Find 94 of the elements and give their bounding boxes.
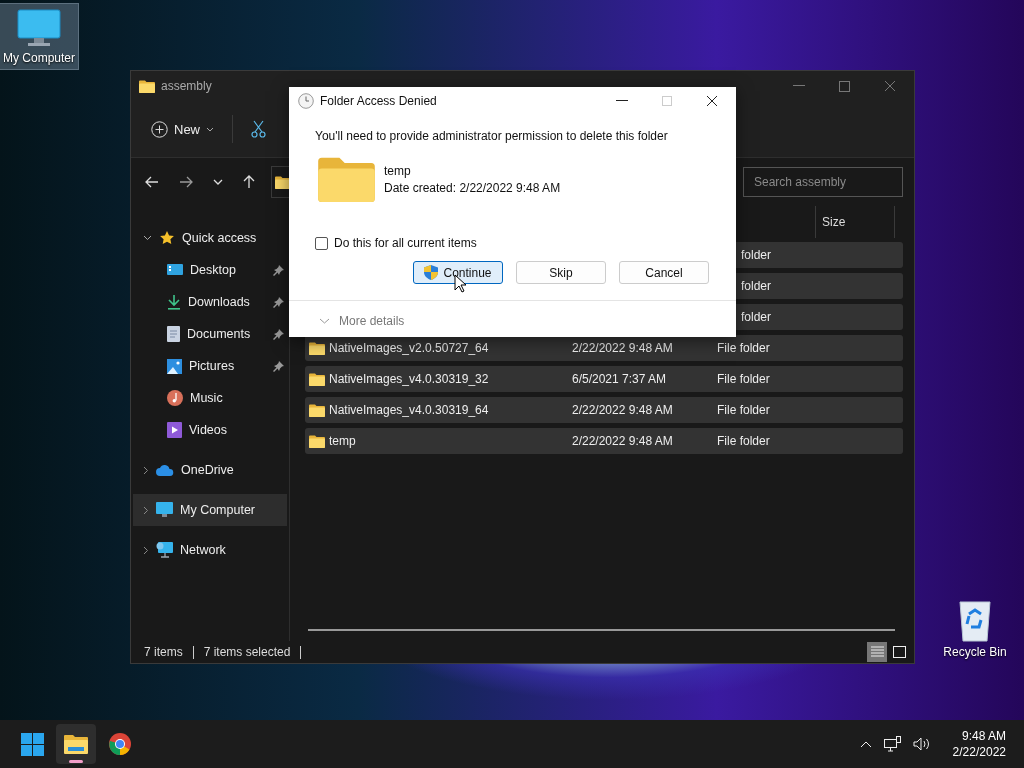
sidebar-item[interactable]: Pictures bbox=[131, 350, 289, 382]
date-cell-text: 2/22/2022 9:48 AM bbox=[572, 403, 674, 417]
folder-icon bbox=[309, 372, 325, 386]
recycle-bin-icon bbox=[957, 598, 993, 642]
file-name: temp bbox=[329, 434, 356, 448]
sidebar-item[interactable]: My Computer bbox=[133, 494, 287, 526]
desktop-shortcut[interactable]: My Computer bbox=[0, 4, 78, 69]
chevron-down-icon[interactable] bbox=[213, 179, 223, 185]
picture-icon bbox=[167, 358, 182, 374]
date-cell-text: 6/5/2021 7:37 AM bbox=[572, 372, 668, 386]
selection-count: 7 items selected bbox=[203, 645, 291, 659]
chevron-right-icon bbox=[143, 505, 149, 515]
cloud-icon bbox=[156, 464, 174, 476]
file-row[interactable]: NativeImages_v4.0.30319_64 2/22/2022 9:48 AM File folder bbox=[305, 397, 903, 423]
square-icon bbox=[892, 646, 906, 658]
date-created: Date created: 2/22/2022 9:48 AM bbox=[384, 180, 561, 195]
folder-icon bbox=[64, 734, 88, 754]
desktop-icon bbox=[167, 263, 183, 277]
speaker-icon[interactable] bbox=[912, 737, 931, 751]
dialog-button[interactable]: Continue bbox=[413, 261, 503, 284]
sidebar-item[interactable]: Music bbox=[131, 382, 289, 414]
file-name: NativeImages_v2.0.50727_64 bbox=[329, 341, 489, 355]
file-row[interactable]: NativeImages_v2.0.50727_64 2/22/2022 9:48 AM File folder bbox=[305, 335, 903, 361]
dialog-button[interactable]: Skip bbox=[516, 261, 606, 284]
clock-date: 2/22/2022 bbox=[952, 745, 1006, 759]
file-name: NativeImages_v4.0.30319_64 bbox=[329, 403, 489, 417]
type-cell-text: File folder bbox=[717, 341, 771, 355]
dialog-message: You'll need to provide administrator permission to delete this folder bbox=[315, 129, 669, 143]
more-details-toggle[interactable]: More details bbox=[319, 314, 405, 328]
item-count: 7 items bbox=[144, 645, 183, 659]
chevron-down-icon bbox=[143, 235, 152, 241]
maximize-icon[interactable] bbox=[839, 80, 850, 92]
list-lines-icon bbox=[870, 646, 884, 658]
chevron-up-icon[interactable] bbox=[859, 740, 872, 748]
type-cell-text: folder bbox=[740, 279, 773, 293]
type-cell-text: folder bbox=[740, 248, 773, 262]
clock-icon bbox=[298, 93, 314, 109]
column-header[interactable]: Size bbox=[815, 206, 895, 238]
chevron-down-icon bbox=[319, 318, 330, 324]
windows-logo-icon bbox=[20, 732, 44, 756]
folder-icon bbox=[139, 79, 155, 93]
shield-icon bbox=[424, 265, 439, 280]
file-name: NativeImages_v4.0.30319_32 bbox=[329, 372, 489, 386]
search-field[interactable]: Search assembly bbox=[743, 167, 903, 197]
date-cell-text: 2/22/2022 9:48 AM bbox=[572, 434, 674, 448]
dialog-button[interactable]: Cancel bbox=[619, 261, 709, 284]
clock-time: 9:48 AM bbox=[961, 729, 1006, 743]
music-note-icon bbox=[167, 390, 183, 406]
window-title: assembly bbox=[161, 79, 212, 93]
back-arrow-icon[interactable] bbox=[145, 176, 159, 188]
chevron-right-icon bbox=[143, 465, 149, 475]
download-arrow-icon bbox=[167, 294, 181, 310]
network-icon[interactable] bbox=[883, 736, 901, 752]
close-icon[interactable] bbox=[706, 95, 718, 107]
date-cell-text: 2/22/2022 9:48 AM bbox=[572, 341, 674, 355]
taskbar-app[interactable] bbox=[56, 724, 96, 764]
new-button[interactable]: New bbox=[151, 120, 214, 138]
folder-icon bbox=[309, 434, 325, 448]
document-icon bbox=[167, 326, 180, 342]
folder-icon bbox=[309, 341, 325, 355]
network-computer-icon bbox=[156, 542, 173, 558]
folder-name: temp bbox=[384, 163, 412, 178]
folder-icon bbox=[318, 156, 375, 202]
forward-arrow-icon[interactable] bbox=[179, 176, 193, 188]
browser-logo-icon bbox=[109, 733, 131, 755]
scissors-icon[interactable] bbox=[251, 120, 266, 138]
minimize-icon[interactable] bbox=[616, 100, 628, 102]
computer-icon bbox=[156, 502, 173, 518]
desktop-shortcut[interactable]: Recycle Bin bbox=[936, 594, 1014, 663]
up-arrow-icon[interactable] bbox=[243, 175, 255, 189]
sidebar-item[interactable]: Videos bbox=[131, 414, 289, 446]
type-cell-text: folder bbox=[740, 310, 773, 324]
sidebar-item[interactable]: OneDrive bbox=[133, 454, 287, 486]
file-row[interactable]: temp 2/22/2022 9:48 AM File folder bbox=[305, 428, 903, 454]
monitor-icon bbox=[17, 8, 61, 48]
maximize-icon bbox=[662, 96, 672, 106]
type-cell-text: File folder bbox=[717, 403, 771, 417]
plus-circle-icon bbox=[151, 120, 168, 138]
video-icon bbox=[167, 422, 182, 438]
dialog-title: Folder Access Denied bbox=[320, 94, 437, 108]
sidebar-item[interactable]: Quick access bbox=[133, 222, 287, 254]
type-cell-text: File folder bbox=[717, 434, 771, 448]
apply-to-all-checkbox[interactable]: Do this for all current items bbox=[315, 236, 736, 250]
file-row[interactable]: NativeImages_v4.0.30319_32 6/5/2021 7:37 AM File folder bbox=[305, 366, 903, 392]
type-cell-text: File folder bbox=[717, 372, 771, 386]
chevron-right-icon bbox=[143, 545, 149, 555]
sidebar-item[interactable]: Network bbox=[133, 534, 287, 566]
caret-icon bbox=[206, 126, 214, 132]
sidebar-item[interactable]: Downloads bbox=[131, 286, 289, 318]
clock[interactable]: 9:48 AM 2/22/2022 bbox=[952, 729, 1006, 759]
star-icon bbox=[159, 230, 175, 246]
folder-icon bbox=[309, 403, 325, 417]
sidebar-item[interactable]: Documents bbox=[131, 318, 289, 350]
sidebar-item[interactable]: Desktop bbox=[131, 254, 289, 286]
